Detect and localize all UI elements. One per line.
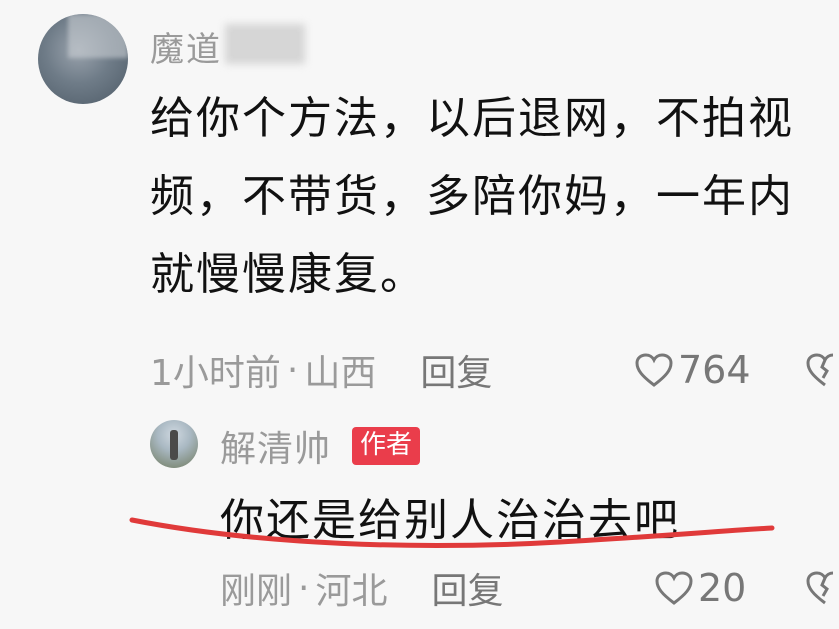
meta-separator: · (298, 567, 310, 609)
reply-time: 刚刚 (220, 571, 293, 612)
comment-meta: 1小时前 · 山西 回复 (150, 342, 492, 398)
author-badge: 作者 (352, 427, 421, 465)
dislike-button[interactable] (805, 342, 839, 398)
comment-location: 山西 (304, 353, 377, 394)
author-avatar[interactable] (150, 420, 198, 468)
commenter-avatar[interactable] (38, 14, 128, 104)
broken-heart-icon (806, 353, 834, 387)
broken-heart-icon (806, 571, 834, 605)
avatar-blur-mask (68, 14, 128, 58)
meta-separator: · (286, 349, 299, 391)
comment-text-line: 就慢慢康复。 (150, 249, 426, 300)
like-count: 20 (698, 566, 747, 610)
comment-text: 给你个方法，以后退网，不拍视 频，不带货，多陪你妈，一年内 就慢慢康复。 (150, 80, 830, 314)
reply-location: 河北 (315, 571, 388, 612)
username-blur-mask (225, 24, 305, 64)
like-button[interactable]: 20 (654, 560, 746, 616)
comment-time: 1小时前 (150, 353, 281, 394)
like-button[interactable]: 764 (634, 342, 751, 398)
comment-text-line: 频，不带货，多陪你妈，一年内 (150, 171, 794, 222)
reply-button[interactable]: 回复 (420, 344, 492, 396)
reply-text: 你还是给别人治治去吧 (220, 495, 680, 546)
heart-icon (655, 571, 693, 605)
like-count: 764 (678, 348, 751, 392)
commenter-username[interactable]: 魔道 (150, 22, 222, 71)
reply-button[interactable]: 回复 (431, 562, 503, 614)
comment-text-line: 给你个方法，以后退网，不拍视 (150, 93, 794, 144)
avatar-figure (170, 430, 178, 460)
author-username[interactable]: 解清帅 (220, 420, 331, 472)
dislike-button[interactable] (805, 560, 839, 616)
heart-icon (635, 353, 673, 387)
reply-meta: 刚刚 · 河北 回复 (220, 560, 504, 616)
